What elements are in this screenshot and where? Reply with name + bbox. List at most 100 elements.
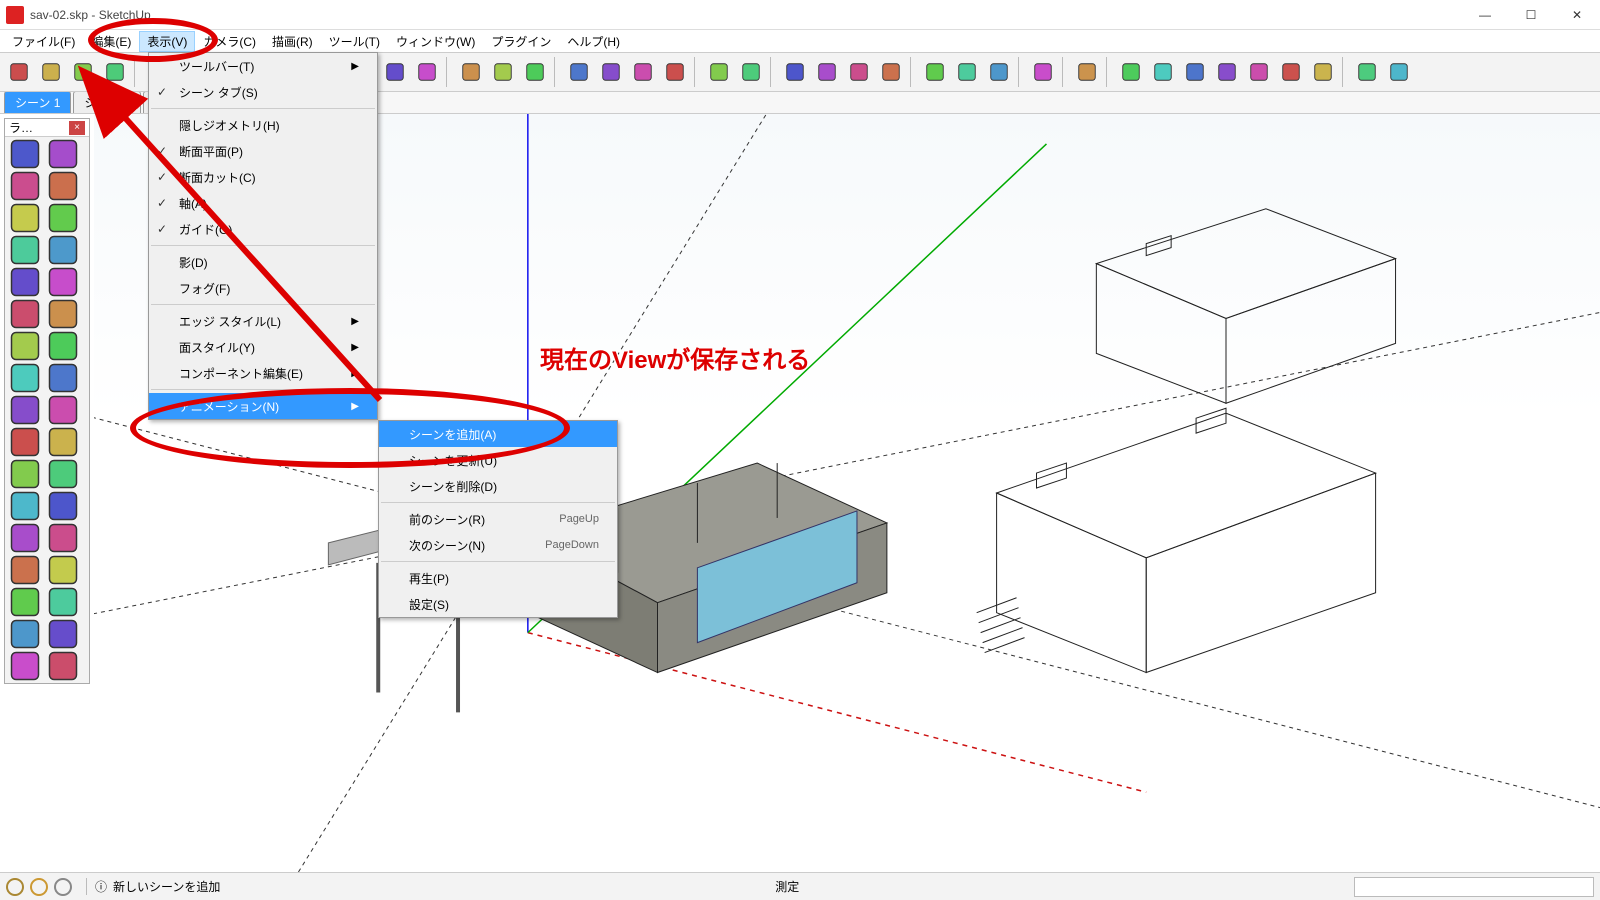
palette-zoomext-icon[interactable]	[7, 587, 43, 617]
view-menu-item-1[interactable]: ✓シーン タブ(S)	[149, 79, 377, 105]
tri-icon[interactable]	[1072, 57, 1102, 87]
scene-tab-2[interactable]: シーン 2	[73, 91, 140, 113]
zoom-icon[interactable]	[628, 57, 658, 87]
menu-item-1[interactable]: 編集(E)	[83, 31, 139, 52]
menu-item-2[interactable]: 表示(V)	[139, 31, 195, 52]
palette-axes-icon[interactable]	[7, 491, 43, 521]
view-menu-item-9[interactable]: 影(D)	[149, 249, 377, 275]
view-menu-item-7[interactable]: ✓ガイド(G)	[149, 216, 377, 242]
palette-move-icon[interactable]	[7, 363, 43, 393]
grid2-icon[interactable]	[1384, 57, 1414, 87]
animation-submenu[interactable]: シーンを追加(A)シーンを更新(U)シーンを削除(D) 前のシーン(R)PageU…	[378, 420, 618, 618]
menu-item-0[interactable]: ファイル(F)	[4, 31, 83, 52]
palette-component-icon[interactable]	[45, 139, 81, 169]
palette-3dtext-icon[interactable]	[45, 491, 81, 521]
palette-arc-icon[interactable]	[45, 267, 81, 297]
measurement-field[interactable]	[1354, 877, 1594, 897]
palette-freehand-icon[interactable]	[45, 299, 81, 329]
anim-menu-item-1[interactable]: シーンを更新(U)	[379, 447, 617, 473]
view-menu-item-12[interactable]: エッジ スタイル(L)▶	[149, 308, 377, 334]
scale-icon[interactable]	[380, 57, 410, 87]
maximize-button[interactable]: ☐	[1508, 0, 1554, 30]
anim-menu-item-5[interactable]: 次のシーン(N)PageDown	[379, 532, 617, 558]
menu-item-3[interactable]: カメラ(C)	[195, 31, 264, 52]
status-icon-1[interactable]	[6, 878, 24, 896]
panel3-icon[interactable]	[1180, 57, 1210, 87]
palette-pos-icon[interactable]	[7, 619, 43, 649]
menu-item-8[interactable]: ヘルプ(H)	[559, 31, 628, 52]
panel1-icon[interactable]	[1116, 57, 1146, 87]
tape-icon[interactable]	[456, 57, 486, 87]
box2-icon[interactable]	[952, 57, 982, 87]
follow-icon[interactable]	[520, 57, 550, 87]
palette-scale-icon[interactable]	[7, 395, 43, 425]
look-icon[interactable]	[844, 57, 874, 87]
orbit-icon[interactable]	[564, 57, 594, 87]
scene-tab-1[interactable]: シーン 1	[4, 91, 71, 113]
view-menu-item-13[interactable]: 面スタイル(Y)▶	[149, 334, 377, 360]
view-menu-item-14[interactable]: コンポーネント編集(E)▶	[149, 360, 377, 386]
palette-zoomwin-icon[interactable]	[45, 555, 81, 585]
palette-eraser-icon[interactable]	[45, 171, 81, 201]
panel4-icon[interactable]	[1212, 57, 1242, 87]
close-button[interactable]: ✕	[1554, 0, 1600, 30]
anim-menu-item-0[interactable]: シーンを追加(A)	[379, 421, 617, 447]
anim-menu-item-8[interactable]: 設定(S)	[379, 591, 617, 617]
section-icon[interactable]	[780, 57, 810, 87]
globe-icon[interactable]	[1244, 57, 1274, 87]
palette-follow-icon[interactable]	[45, 395, 81, 425]
palette-text-icon[interactable]	[45, 459, 81, 489]
pencil-icon[interactable]	[36, 57, 66, 87]
view-menu-item-4[interactable]: ✓断面平面(P)	[149, 138, 377, 164]
box1-icon[interactable]	[920, 57, 950, 87]
palette-pencil2-icon[interactable]	[45, 235, 81, 265]
palette-zoom-icon[interactable]	[7, 555, 43, 585]
palette-orbit-icon[interactable]	[7, 523, 43, 553]
menu-item-7[interactable]: プラグイン	[483, 31, 559, 52]
view-menu-item-3[interactable]: 隠しジオメトリ(H)	[149, 112, 377, 138]
palette-bucket-icon[interactable]	[7, 203, 43, 233]
view-menu-item-0[interactable]: ツールバー(T)▶	[149, 53, 377, 79]
cone-icon[interactable]	[1308, 57, 1338, 87]
palette-push-icon[interactable]	[7, 331, 43, 361]
anim-menu-item-7[interactable]: 再生(P)	[379, 565, 617, 591]
menu-item-6[interactable]: ウィンドウ(W)	[388, 31, 483, 52]
palette-pencil-icon[interactable]	[7, 171, 43, 201]
grid1-icon[interactable]	[1352, 57, 1382, 87]
palette-section-icon[interactable]	[45, 651, 81, 681]
menu-item-4[interactable]: 描画(R)	[264, 31, 321, 52]
earth-icon[interactable]	[876, 57, 906, 87]
zoom-ext-icon[interactable]	[660, 57, 690, 87]
palette-offset-icon[interactable]	[45, 331, 81, 361]
walk-icon[interactable]	[812, 57, 842, 87]
palette-close-button[interactable]: ×	[69, 121, 85, 135]
view-menu-item-5[interactable]: ✓断面カット(C)	[149, 164, 377, 190]
palette-dims-icon[interactable]	[45, 427, 81, 457]
offset-icon[interactable]	[412, 57, 442, 87]
palette-line-icon[interactable]	[45, 203, 81, 233]
palette-pan-icon[interactable]	[45, 523, 81, 553]
layer-icon[interactable]	[704, 57, 734, 87]
anim-menu-item-2[interactable]: シーンを削除(D)	[379, 473, 617, 499]
box3-icon[interactable]	[984, 57, 1014, 87]
eraser-icon[interactable]	[100, 57, 130, 87]
palette-select-icon[interactable]	[7, 139, 43, 169]
paint-icon[interactable]	[68, 57, 98, 87]
panel2-icon[interactable]	[1148, 57, 1178, 87]
palette-protractor-icon[interactable]	[7, 459, 43, 489]
pan-icon[interactable]	[596, 57, 626, 87]
sun-icon[interactable]	[1276, 57, 1306, 87]
view-menu-item-16[interactable]: アニメーション(N)▶	[149, 393, 377, 419]
view-menu-item-6[interactable]: ✓軸(A)	[149, 190, 377, 216]
anim-menu-item-4[interactable]: 前のシーン(R)PageUp	[379, 506, 617, 532]
palette-walk-icon[interactable]	[7, 651, 43, 681]
palette-circle-icon[interactable]	[7, 267, 43, 297]
outliner-icon[interactable]	[736, 57, 766, 87]
menu-item-5[interactable]: ツール(T)	[321, 31, 388, 52]
view-menu[interactable]: ツールバー(T)▶✓シーン タブ(S) 隠しジオメトリ(H)✓断面平面(P)✓断面…	[148, 52, 378, 420]
select-icon[interactable]	[4, 57, 34, 87]
palette-rotate-icon[interactable]	[45, 363, 81, 393]
palette-rect-icon[interactable]	[7, 235, 43, 265]
status-icon-2[interactable]	[30, 878, 48, 896]
palette-prev-icon[interactable]	[45, 587, 81, 617]
